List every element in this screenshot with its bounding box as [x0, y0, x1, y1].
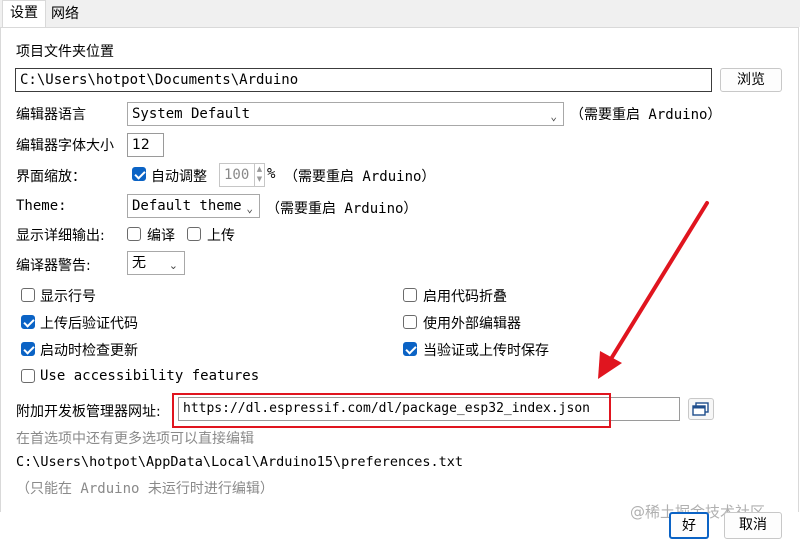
- check-updates-label: 启动时检查更新: [40, 343, 138, 359]
- edit-when-closed-hint: （只能在 Arduino 未运行时进行编辑）: [16, 481, 274, 497]
- chevron-down-icon: ⌄: [550, 110, 557, 123]
- sketchbook-path-input[interactable]: C:\Users\hotpot\Documents\Arduino: [15, 68, 712, 92]
- verbose-compile-label: 编译: [147, 228, 175, 244]
- scale-percent-input[interactable]: 100: [219, 163, 255, 187]
- verify-after-upload-checkbox[interactable]: [21, 315, 35, 329]
- tab-network[interactable]: 网络: [44, 2, 86, 27]
- theme-label: Theme:: [16, 198, 67, 214]
- verify-after-upload-label: 上传后验证代码: [40, 316, 138, 332]
- save-on-verify-label: 当验证或上传时保存: [423, 343, 549, 359]
- spinner-down-icon[interactable]: ▼: [255, 174, 264, 184]
- external-editor-label: 使用外部编辑器: [423, 316, 521, 332]
- more-preferences-hint: 在首选项中还有更多选项可以直接编辑: [16, 431, 254, 447]
- code-folding-checkbox[interactable]: [403, 288, 417, 302]
- cancel-button[interactable]: 取消: [724, 512, 782, 539]
- chevron-down-icon: ⌄: [246, 202, 253, 215]
- preferences-file-path: C:\Users\hotpot\AppData\Local\Arduino15\…: [16, 454, 464, 470]
- browse-button[interactable]: 浏览: [720, 68, 782, 92]
- scale-spinner[interactable]: ▲ ▼: [254, 163, 265, 187]
- code-folding-label: 启用代码折叠: [423, 289, 507, 305]
- window-list-icon: [692, 402, 709, 416]
- accessibility-label: Use accessibility features: [40, 368, 260, 384]
- save-on-verify-checkbox[interactable]: [403, 342, 417, 356]
- chevron-down-icon: ⌄: [168, 259, 178, 272]
- check-updates-checkbox[interactable]: [21, 342, 35, 356]
- compiler-warnings-value: 无: [132, 255, 146, 271]
- editor-language-note: （需要重启 Arduino）: [570, 107, 722, 123]
- scale-note: （需要重启 Arduino）: [284, 169, 436, 185]
- tab-settings[interactable]: 设置: [2, 0, 46, 28]
- ok-button[interactable]: 好: [669, 512, 709, 539]
- editor-language-label: 编辑器语言: [16, 107, 86, 123]
- editor-language-value: System Default: [132, 106, 251, 122]
- interface-scale-label: 界面缩放：: [16, 169, 86, 185]
- verbose-compile-checkbox[interactable]: [127, 227, 141, 241]
- theme-note: （需要重启 Arduino）: [266, 201, 418, 217]
- theme-select[interactable]: Default theme ⌄: [127, 194, 260, 218]
- edit-urls-button[interactable]: [688, 398, 714, 420]
- sketchbook-location-label: 项目文件夹位置: [16, 44, 114, 60]
- theme-value: Default theme: [132, 198, 242, 214]
- font-size-label: 编辑器字体大小: [16, 138, 114, 154]
- verbose-output-label: 显示详细输出:: [16, 228, 105, 244]
- line-numbers-label: 显示行号: [40, 289, 96, 305]
- auto-scale-checkbox[interactable]: [132, 167, 146, 181]
- compiler-warnings-label: 编译器警告:: [16, 258, 91, 274]
- board-manager-urls-label: 附加开发板管理器网址:: [16, 404, 161, 420]
- font-size-input[interactable]: 12: [127, 133, 164, 157]
- tab-bar: [0, 0, 800, 27]
- annotation-arrow: [598, 201, 709, 379]
- verbose-upload-checkbox[interactable]: [187, 227, 201, 241]
- auto-scale-label: 自动调整: [151, 169, 207, 185]
- spinner-up-icon[interactable]: ▲: [255, 164, 264, 174]
- editor-language-select[interactable]: System Default ⌄: [127, 102, 564, 126]
- accessibility-checkbox[interactable]: [21, 369, 35, 383]
- compiler-warnings-select[interactable]: 无 ⌄: [127, 251, 185, 275]
- line-numbers-checkbox[interactable]: [21, 288, 35, 302]
- external-editor-checkbox[interactable]: [403, 315, 417, 329]
- verbose-upload-label: 上传: [207, 228, 235, 244]
- annotation-highlight-box: [172, 393, 611, 428]
- scale-unit: %: [267, 166, 276, 182]
